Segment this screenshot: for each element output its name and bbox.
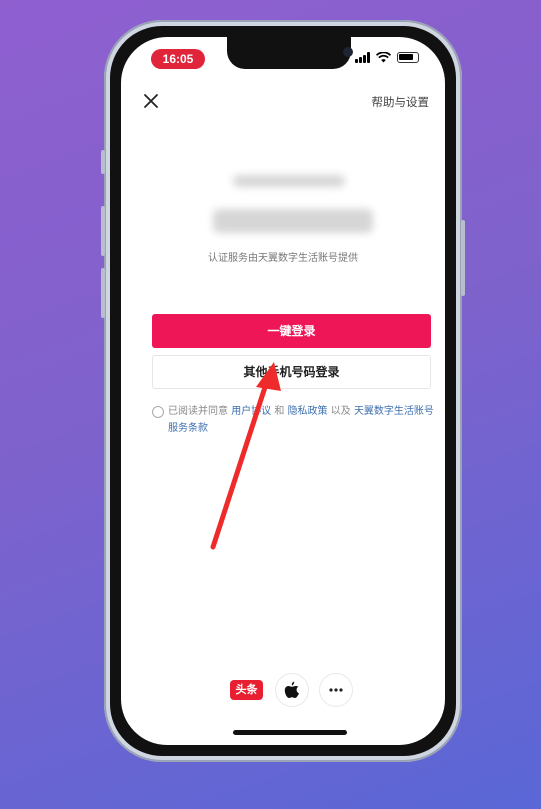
status-icons <box>355 52 419 63</box>
other-phone-login-button[interactable]: 其他手机号码登录 <box>152 355 431 389</box>
wifi-icon <box>376 52 391 63</box>
notch <box>227 37 353 69</box>
phone-frame: 16:05 帮助与设置 认证服务由天翼数字生活账号提供 一键登录 其他手机号码登… <box>101 20 465 762</box>
one-click-login-button[interactable]: 一键登录 <box>152 314 431 348</box>
screen: 16:05 帮助与设置 认证服务由天翼数字生活账号提供 一键登录 其他手机号码登… <box>121 37 445 745</box>
volume-up-button <box>101 206 105 256</box>
agreement-and: 和 <box>274 406 285 417</box>
volume-down-button <box>101 268 105 318</box>
home-indicator[interactable] <box>233 730 347 735</box>
privacy-policy-link[interactable]: 隐私政策 <box>288 406 328 417</box>
agreement-prefix: 已阅读并同意 <box>168 406 228 417</box>
more-login-options-button[interactable] <box>319 673 353 707</box>
help-settings-link[interactable]: 帮助与设置 <box>372 94 430 110</box>
camera-icon <box>343 47 353 57</box>
phone-bezel: 16:05 帮助与设置 认证服务由天翼数字生活账号提供 一键登录 其他手机号码登… <box>110 26 456 756</box>
agreement-row: 已阅读并同意 用户协议 和 隐私政策 以及 天翼数字生活账号服务条款 <box>152 403 437 437</box>
apple-icon <box>284 681 299 698</box>
agreement-also: 以及 <box>330 406 351 417</box>
masked-phone-number <box>213 209 373 233</box>
status-time: 16:05 <box>151 49 205 69</box>
mute-switch <box>101 150 105 174</box>
signal-icon <box>355 52 370 63</box>
toutiao-icon[interactable]: 头条 <box>230 680 263 700</box>
provider-note: 认证服务由天翼数字生活账号提供 <box>208 253 358 264</box>
more-icon <box>329 688 343 692</box>
battery-icon <box>397 52 419 63</box>
close-icon[interactable] <box>141 91 161 111</box>
power-button <box>461 220 465 296</box>
agree-checkbox[interactable] <box>152 406 164 418</box>
masked-caption <box>233 175 345 187</box>
user-agreement-link[interactable]: 用户协议 <box>231 406 271 417</box>
apple-login-button[interactable] <box>275 673 309 707</box>
